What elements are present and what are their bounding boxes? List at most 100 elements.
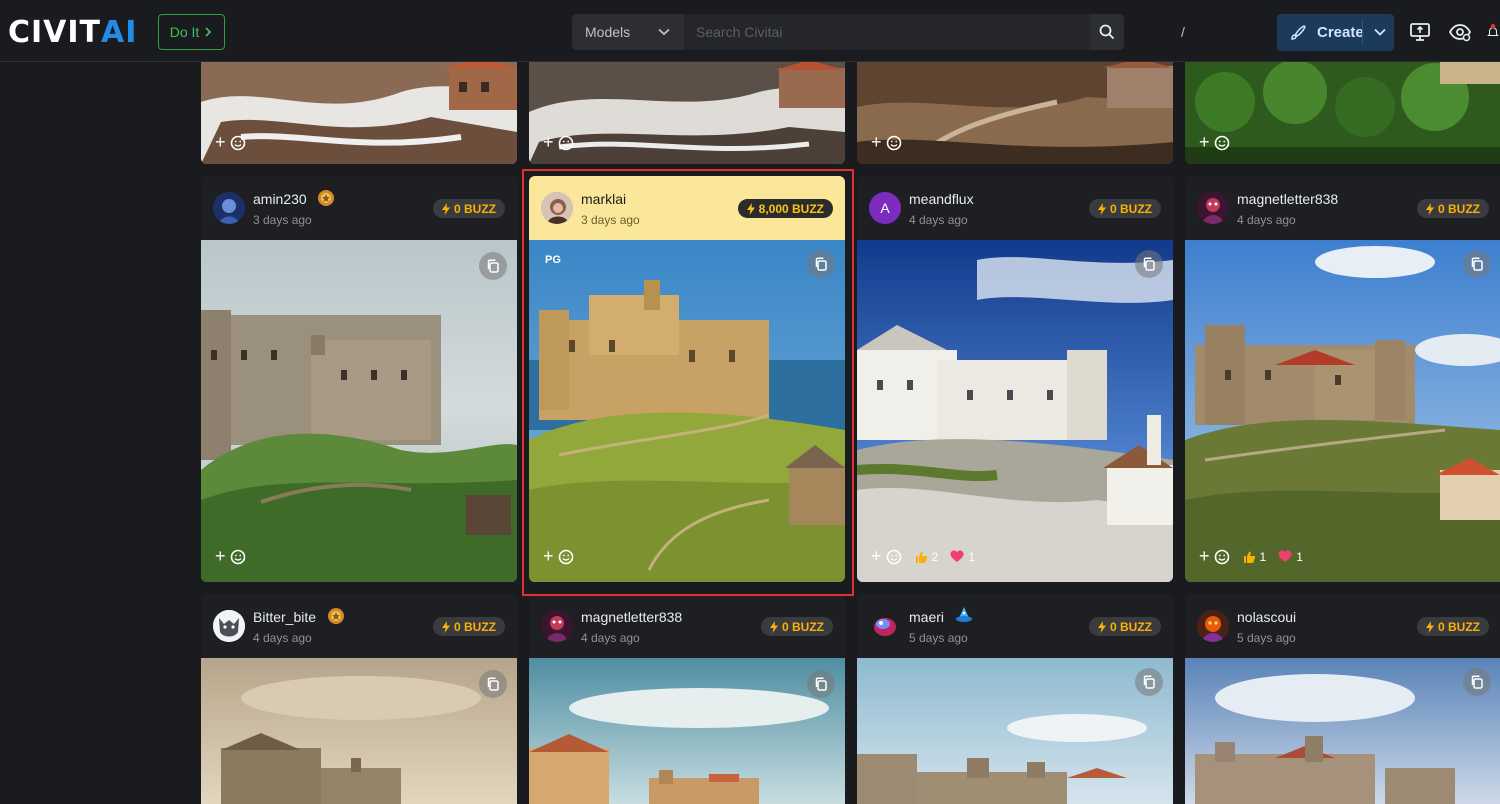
reaction-bar[interactable]: + xyxy=(543,132,574,153)
copy-button[interactable] xyxy=(1463,250,1491,278)
buzz-tip-button[interactable]: 0 BUZZ xyxy=(1089,617,1161,636)
image-card[interactable]: Bitter_bite 4 days ago 0 BUZZ xyxy=(201,594,517,804)
avatar[interactable] xyxy=(869,610,901,642)
time-ago: 3 days ago xyxy=(581,213,640,227)
castle-image[interactable]: PG + xyxy=(529,240,845,582)
like-reaction[interactable]: 1 xyxy=(1242,550,1266,564)
civitai-logo[interactable]: CIVIT AI xyxy=(8,15,137,50)
heart-reaction[interactable]: 1 xyxy=(1278,550,1303,564)
copy-button[interactable] xyxy=(479,252,507,280)
desktop-upload-icon[interactable] xyxy=(1408,20,1432,44)
add-reaction-button[interactable]: + xyxy=(871,546,902,567)
reaction-bar[interactable]: + xyxy=(871,132,902,153)
buzz-tip-button[interactable]: 8,000 BUZZ xyxy=(737,199,833,218)
wizard-badge-icon xyxy=(956,607,972,622)
copy-button[interactable] xyxy=(1135,250,1163,278)
copy-button[interactable] xyxy=(1463,668,1491,696)
username[interactable]: meandflux xyxy=(909,191,974,207)
username[interactable]: maeri xyxy=(909,609,944,625)
green-bushes-image xyxy=(1185,62,1500,164)
search-type-label: Models xyxy=(585,24,631,40)
buzz-tip-button[interactable]: 0 BUZZ xyxy=(761,617,833,636)
avatar[interactable] xyxy=(1197,192,1229,224)
search-shortcut-key: / xyxy=(1171,20,1195,44)
avatar[interactable]: A xyxy=(869,192,901,224)
username[interactable]: amin230 xyxy=(253,191,307,207)
bell-icon[interactable] xyxy=(1486,20,1500,44)
reaction-bar[interactable]: + xyxy=(215,546,246,567)
copy-icon xyxy=(487,677,499,691)
avatar[interactable] xyxy=(541,610,573,642)
castle-image[interactable]: + 1 1 xyxy=(1185,240,1500,582)
image-card-top-1[interactable]: + xyxy=(201,62,517,164)
heart-reaction[interactable]: 1 xyxy=(950,550,975,564)
search-input[interactable] xyxy=(684,14,1090,50)
card-header: marklai 3 days ago 8,000 BUZZ xyxy=(529,176,845,240)
copy-icon xyxy=(1143,257,1155,271)
reaction-bar[interactable]: + xyxy=(1199,132,1230,153)
image-card-top-4[interactable]: + xyxy=(1185,62,1500,164)
heart-count: 1 xyxy=(1296,549,1303,564)
castle-image[interactable]: + xyxy=(201,240,517,582)
add-reaction-label: + xyxy=(543,132,554,152)
add-reaction-label: + xyxy=(543,546,554,566)
avatar[interactable] xyxy=(213,192,245,224)
image-card[interactable]: amin230 3 days ago 0 BUZZ + xyxy=(201,176,517,582)
castle-image[interactable] xyxy=(201,658,517,804)
reaction-bar[interactable]: + xyxy=(543,546,574,567)
smiley-icon xyxy=(558,135,573,150)
create-button[interactable]: Create xyxy=(1277,14,1394,51)
image-card[interactable]: maeri 5 days ago 0 BUZZ xyxy=(857,594,1173,804)
copy-icon xyxy=(487,259,499,273)
copy-button[interactable] xyxy=(1135,668,1163,696)
card-header: magnetletter838 4 days ago 0 BUZZ xyxy=(529,594,845,658)
buzz-amount: 0 BUZZ xyxy=(454,619,496,634)
do-it-button[interactable]: Do It xyxy=(158,14,225,50)
buzz-tip-button[interactable]: 0 BUZZ xyxy=(433,199,505,218)
castle-image[interactable] xyxy=(529,658,845,804)
reaction-bar[interactable]: + xyxy=(215,132,246,153)
castle-image[interactable]: + 2 1 xyxy=(857,240,1173,582)
smiley-icon xyxy=(886,135,901,150)
image-card-top-2[interactable]: + xyxy=(529,62,845,164)
buzz-tip-button[interactable]: 0 BUZZ xyxy=(1089,199,1161,218)
buzz-tip-button[interactable]: 0 BUZZ xyxy=(433,617,505,636)
chevron-down-icon[interactable] xyxy=(1373,25,1387,39)
image-card[interactable]: nolascoui 5 days ago 0 BUZZ xyxy=(1185,594,1500,804)
copy-button[interactable] xyxy=(479,670,507,698)
buzz-tip-button[interactable]: 0 BUZZ xyxy=(1417,199,1489,218)
buzz-tip-button[interactable]: 0 BUZZ xyxy=(1417,617,1489,636)
reaction-bar[interactable]: + 2 1 xyxy=(871,546,975,567)
castle-image[interactable] xyxy=(857,658,1173,804)
username[interactable]: nolascoui xyxy=(1237,609,1296,625)
username[interactable]: marklai xyxy=(581,191,626,207)
username[interactable]: Bitter_bite xyxy=(253,609,316,625)
card-header: maeri 5 days ago 0 BUZZ xyxy=(857,594,1173,658)
search-type-select[interactable]: Models xyxy=(572,14,684,50)
copy-button[interactable] xyxy=(807,670,835,698)
copy-button[interactable] xyxy=(807,250,835,278)
castle-image[interactable] xyxy=(1185,658,1500,804)
lightning-icon xyxy=(1098,620,1106,633)
image-card-highlighted[interactable]: marklai 3 days ago 8,000 BUZZ PG + xyxy=(529,176,845,582)
add-reaction-button[interactable]: + xyxy=(1199,546,1230,567)
search-button[interactable] xyxy=(1090,14,1124,50)
like-count: 2 xyxy=(931,549,939,564)
avatar[interactable] xyxy=(541,192,573,224)
eye-settings-icon[interactable] xyxy=(1448,20,1472,44)
heart-icon xyxy=(950,550,964,562)
search-input-wrap: / xyxy=(684,14,1195,50)
avatar[interactable] xyxy=(213,610,245,642)
image-card[interactable]: magnetletter838 4 days ago 0 BUZZ xyxy=(1185,176,1500,582)
image-card[interactable]: A meandflux 4 days ago 0 BUZZ + 2 1 xyxy=(857,176,1173,582)
buzz-amount: 0 BUZZ xyxy=(782,619,824,634)
username[interactable]: magnetletter838 xyxy=(1237,191,1338,207)
image-card[interactable]: magnetletter838 4 days ago 0 BUZZ xyxy=(529,594,845,804)
content-rating-badge: PG xyxy=(545,254,561,266)
username[interactable]: magnetletter838 xyxy=(581,609,682,625)
like-reaction[interactable]: 2 xyxy=(914,549,939,564)
image-card-top-3[interactable]: + xyxy=(857,62,1173,164)
smiley-icon xyxy=(558,549,573,564)
avatar[interactable] xyxy=(1197,610,1229,642)
reaction-bar[interactable]: + 1 1 xyxy=(1199,546,1303,567)
